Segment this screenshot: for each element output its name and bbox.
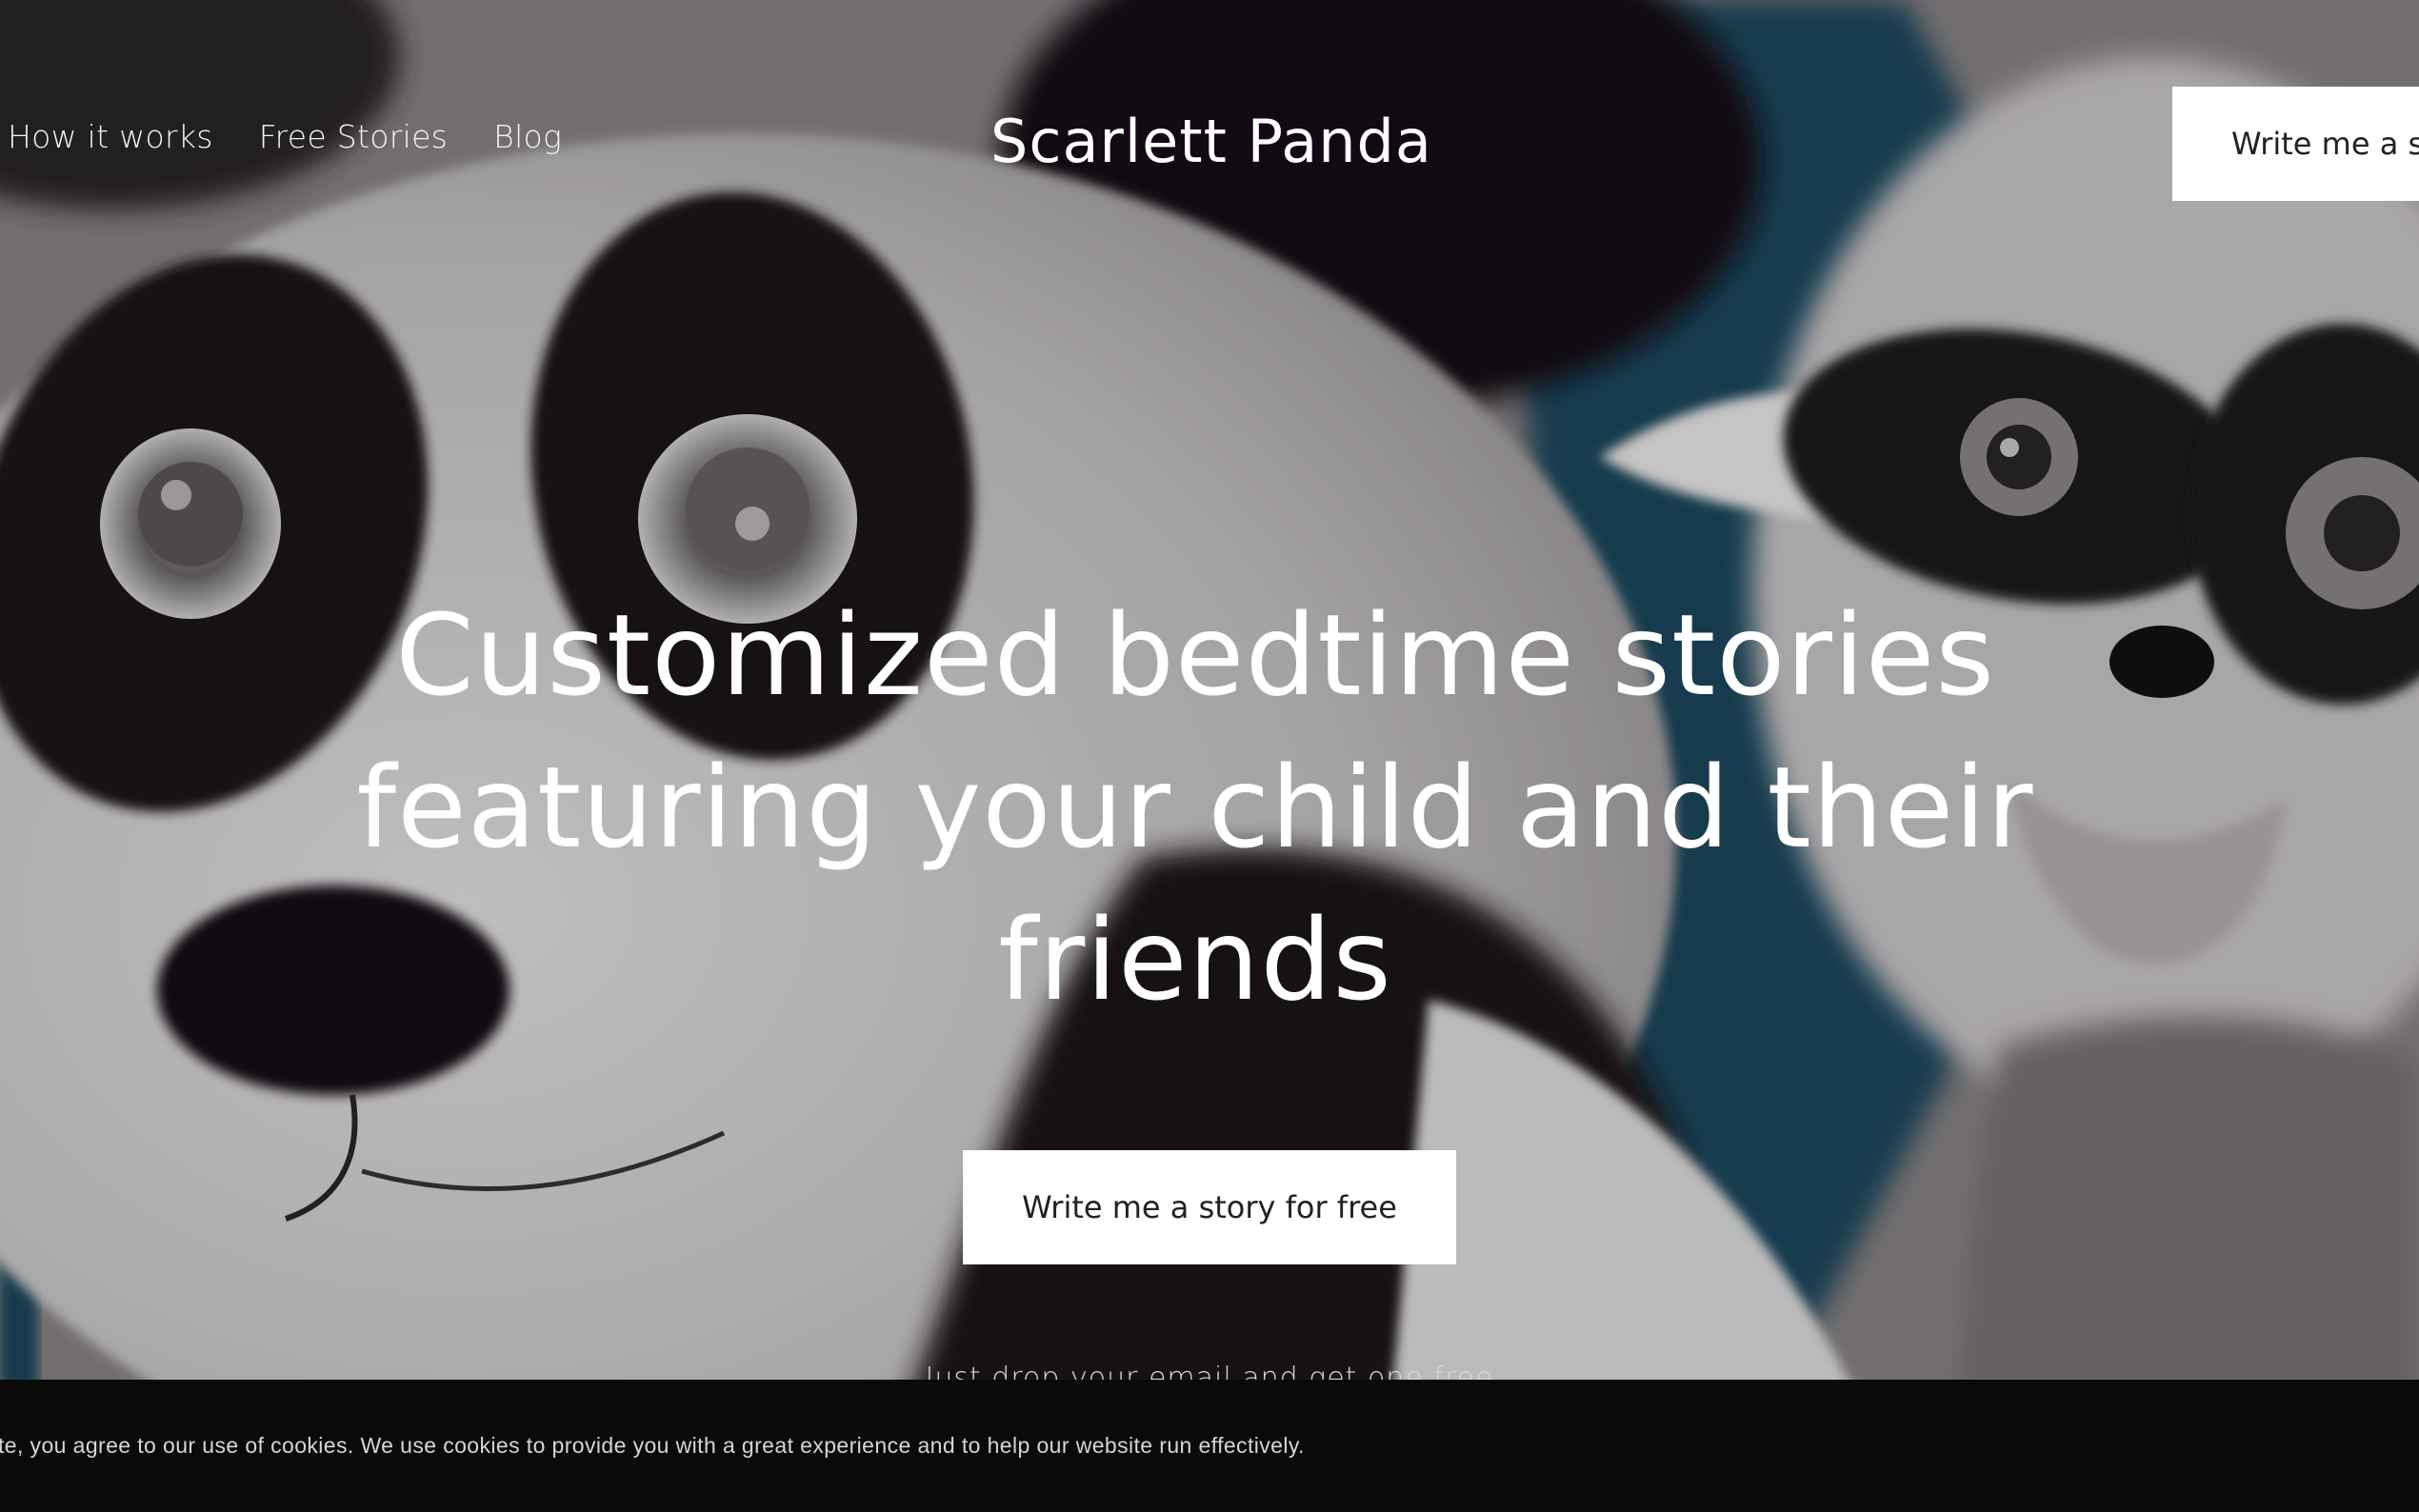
cookie-banner-text: te, you agree to our use of cookies. We … — [0, 1433, 1305, 1458]
nav-link-free-stories[interactable]: Free Stories — [259, 118, 448, 155]
cookie-banner: te, you agree to our use of cookies. We … — [0, 1380, 2419, 1512]
hero-heading: Customized bedtime stories featuring you… — [190, 579, 2200, 1036]
nav-link-how-it-works[interactable]: How it works — [8, 118, 213, 155]
header-write-story-button[interactable]: Write me a s — [2172, 87, 2419, 201]
site-header: How it works Free Stories Blog Scarlett … — [0, 0, 2419, 286]
hero-heading-line-3: friends — [998, 894, 1392, 1025]
hero-heading-line-1: Customized bedtime stories — [395, 589, 1995, 721]
primary-nav: How it works Free Stories Blog — [8, 118, 562, 155]
page: How it works Free Stories Blog Scarlett … — [0, 0, 2419, 1512]
hero-heading-line-2: featuring your child and their — [356, 742, 2034, 873]
hero-write-story-button[interactable]: Write me a story for free — [963, 1150, 1456, 1264]
nav-link-blog[interactable]: Blog — [493, 118, 562, 155]
site-title-logo[interactable]: Scarlett Panda — [990, 107, 1486, 176]
